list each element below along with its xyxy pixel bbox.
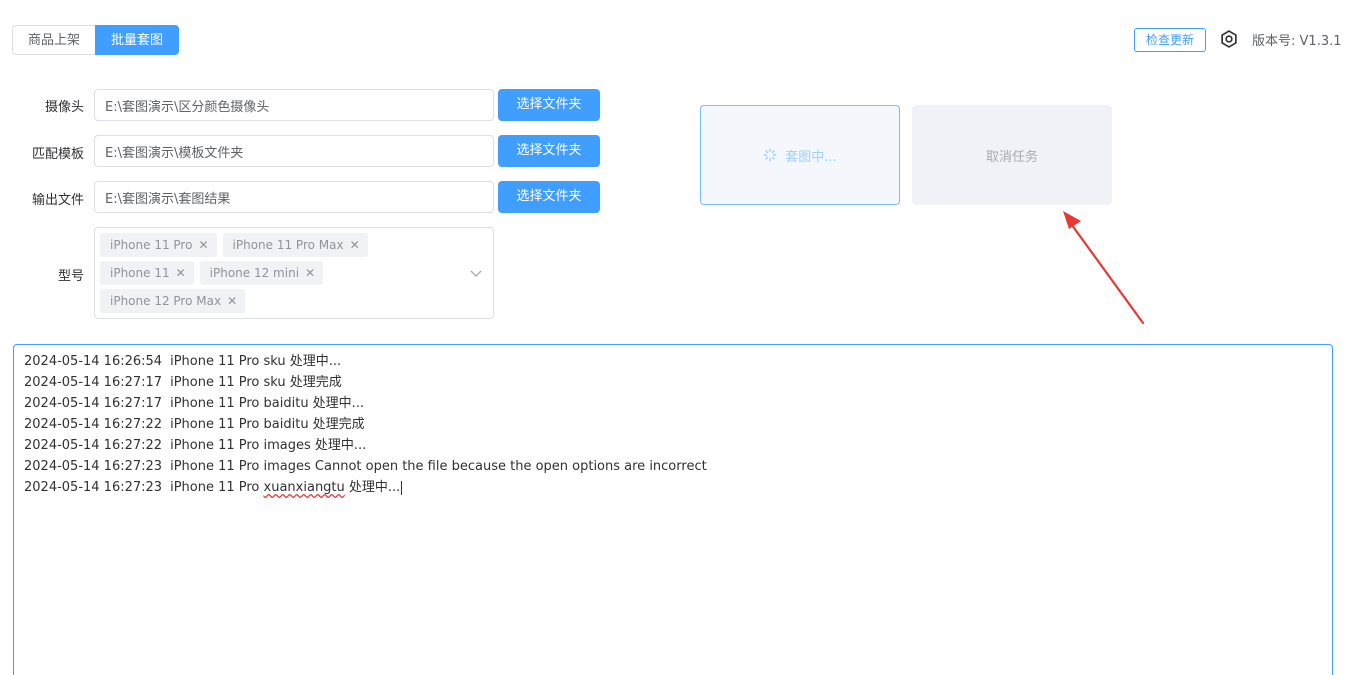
model-tag: iPhone 11 Pro ✕	[100, 233, 217, 257]
close-icon[interactable]: ✕	[198, 238, 208, 252]
log-timestamp: 2024-05-14 16:26:54	[24, 354, 163, 369]
close-icon[interactable]: ✕	[305, 266, 315, 280]
log-line: 2024-05-14 16:27:23 iPhone 11 Pro images …	[24, 456, 1322, 477]
model-tag: iPhone 12 mini ✕	[199, 261, 324, 285]
version-info: 版本号: V1.3.1	[1252, 30, 1342, 49]
log-message-suffix: 处理中...	[344, 480, 401, 495]
log-message-flagged-word: xuanxiangtu	[263, 480, 345, 495]
output-select-folder-button[interactable]: 选择文件夹	[498, 181, 600, 213]
annotation-arrow-icon	[1063, 211, 1145, 325]
model-tag: iPhone 11 ✕	[100, 261, 194, 285]
log-line: 2024-05-14 16:27:22 iPhone 11 Pro baiditu…	[24, 414, 1322, 435]
close-icon[interactable]: ✕	[176, 266, 186, 280]
camera-label: 摄像头	[44, 100, 84, 115]
close-icon[interactable]: ✕	[350, 238, 360, 252]
run-mockup-button[interactable]: 套图中...	[700, 105, 900, 205]
log-timestamp: 2024-05-14 16:27:23	[24, 480, 163, 495]
log-timestamp: 2024-05-14 16:27:17	[24, 375, 163, 390]
log-output[interactable]: 2024-05-14 16:26:54 iPhone 11 Pro sku 处理中…	[13, 344, 1333, 675]
camera-path-input[interactable]	[94, 89, 494, 121]
version-value: V1.3.1	[1299, 34, 1342, 49]
log-message: iPhone 11 Pro baiditu 处理中...	[170, 396, 365, 411]
log-line: 2024-05-14 16:26:54 iPhone 11 Pro sku 处理中…	[24, 351, 1322, 372]
cancel-task-label: 取消任务	[985, 149, 1038, 165]
output-path-input[interactable]	[94, 181, 494, 213]
template-label: 匹配模板	[31, 147, 84, 162]
log-message: iPhone 11 Pro images 处理中...	[170, 438, 367, 453]
log-message-prefix: iPhone 11 Pro	[170, 480, 264, 495]
text-caret	[401, 480, 403, 495]
tab-product-listing[interactable]: 商品上架	[12, 25, 96, 55]
cancel-task-button[interactable]: 取消任务	[912, 105, 1112, 205]
model-multi-select[interactable]: iPhone 11 Pro ✕ iPhone 11 Pro Max ✕ iPho…	[94, 227, 494, 319]
log-line: 2024-05-14 16:27:17 iPhone 11 Pro sku 处理完…	[24, 372, 1322, 393]
log-message: iPhone 11 Pro sku 处理完成	[170, 375, 342, 390]
app-window: 商品上架 批量套图 检查更新 版本号: V1.3.1 摄像头 选择文件夹 匹配模…	[0, 0, 1349, 675]
chevron-down-icon[interactable]	[469, 266, 483, 280]
camera-select-folder-button[interactable]: 选择文件夹	[498, 89, 600, 121]
log-timestamp: 2024-05-14 16:27:22	[24, 438, 163, 453]
loading-icon	[763, 148, 777, 162]
log-message: iPhone 11 Pro baiditu 处理完成	[170, 417, 365, 432]
log-line: 2024-05-14 16:27:22 iPhone 11 Pro images …	[24, 435, 1322, 456]
close-icon[interactable]: ✕	[227, 294, 237, 308]
model-tag-label: iPhone 11	[110, 266, 170, 280]
model-tag-label: iPhone 12 Pro Max	[110, 294, 222, 308]
output-label: 输出文件	[31, 193, 84, 208]
model-tag-label: iPhone 11 Pro Max	[232, 238, 344, 252]
log-timestamp: 2024-05-14 16:27:17	[24, 396, 163, 411]
log-line: 2024-05-14 16:27:23 iPhone 11 Pro xuanxia…	[24, 477, 1322, 498]
tab-batch-mockup[interactable]: 批量套图	[95, 25, 180, 55]
log-message: iPhone 11 Pro images Cannot open the fil…	[170, 459, 707, 474]
settings-icon[interactable]	[1219, 29, 1239, 49]
run-mockup-label: 套图中...	[785, 149, 837, 165]
model-tag: iPhone 12 Pro Max ✕	[100, 289, 246, 313]
log-line: 2024-05-14 16:27:17 iPhone 11 Pro baiditu…	[24, 393, 1322, 414]
model-tag-list: iPhone 11 Pro ✕ iPhone 11 Pro Max ✕ iPho…	[100, 233, 455, 313]
template-select-folder-button[interactable]: 选择文件夹	[498, 135, 600, 167]
check-update-button[interactable]: 检查更新	[1134, 28, 1206, 52]
version-label: 版本号:	[1252, 34, 1296, 49]
template-path-input[interactable]	[94, 135, 494, 167]
model-tag-label: iPhone 11 Pro	[110, 238, 193, 252]
model-label: 型号	[57, 269, 84, 284]
log-message: iPhone 11 Pro sku 处理中...	[170, 354, 342, 369]
log-timestamp: 2024-05-14 16:27:23	[24, 459, 163, 474]
log-timestamp: 2024-05-14 16:27:22	[24, 417, 163, 432]
model-tag-label: iPhone 12 mini	[209, 266, 300, 280]
model-tag: iPhone 11 Pro Max ✕	[222, 233, 368, 257]
mode-tabs: 商品上架 批量套图	[12, 25, 180, 55]
